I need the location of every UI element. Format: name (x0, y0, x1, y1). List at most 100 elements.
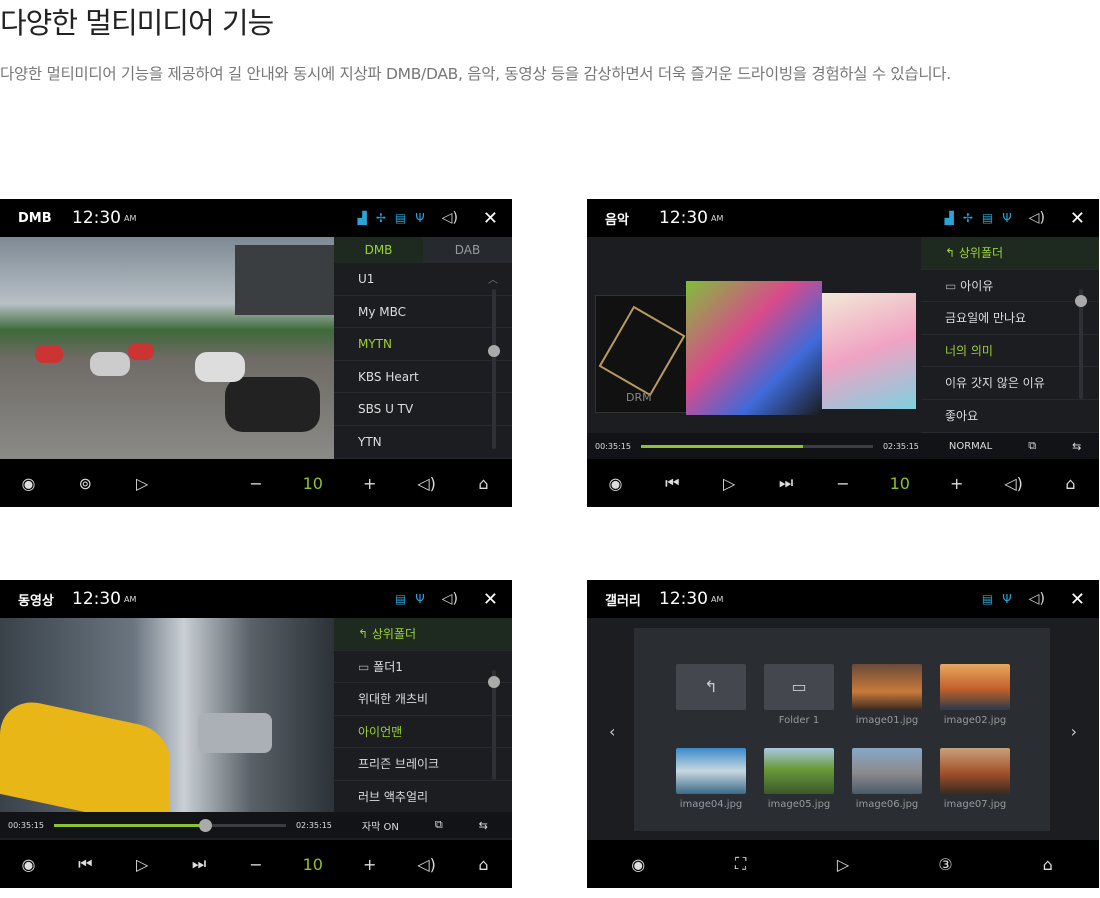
video-item[interactable]: 러브 액추얼리 (334, 781, 512, 814)
clock: 12:30 (659, 208, 708, 228)
speaker-icon[interactable]: ◁) (407, 855, 447, 874)
elapsed-time: 00:35:15 (8, 820, 44, 830)
previous-page-icon[interactable]: ‹ (609, 722, 615, 741)
status-bar: 동영상 12:30 AM ▤ Ψ ◁) ✕ (0, 580, 512, 618)
folder-item[interactable]: 폴더1 (334, 651, 512, 684)
image-tile[interactable]: image07.jpg (940, 748, 1010, 810)
previous-track-icon[interactable]: ⏮ (65, 854, 105, 874)
usb-icon: Ψ (415, 211, 425, 225)
video-list: ↰ 상위폴더 폴더1 위대한 개츠비 아이언맨 프리즌 브레이크 러브 액추얼리 (334, 618, 512, 814)
channel-item[interactable]: U1 (334, 263, 512, 296)
album-cover[interactable] (686, 281, 822, 415)
channel-search-icon[interactable]: ⊚ (65, 474, 105, 493)
parent-folder-button[interactable]: ↰ 상위폴더 (334, 618, 512, 651)
album-cover-flow[interactable]: DRM (587, 237, 921, 433)
close-icon[interactable]: ✕ (1070, 589, 1085, 610)
tab-dab[interactable]: DAB (423, 237, 512, 263)
song-item[interactable]: 이유 갓지 않은 이유 (921, 367, 1099, 400)
speaker-icon[interactable]: ◁) (407, 474, 447, 493)
play-icon[interactable]: ▷ (709, 474, 749, 493)
repeat-mode[interactable]: NORMAL (949, 441, 992, 452)
progress-bar[interactable] (640, 444, 873, 448)
home-icon[interactable]: ⌂ (1028, 855, 1068, 874)
song-item[interactable]: 좋아요 (921, 400, 1099, 433)
subtitle-toggle[interactable]: 자막 ON (362, 818, 399, 833)
album-cover[interactable]: DRM (595, 295, 687, 413)
song-item-selected[interactable]: 너의 의미 (921, 335, 1099, 368)
play-circle-icon[interactable]: ▷ (122, 474, 162, 493)
list-toggle-icon[interactable]: ⇆ (1072, 440, 1081, 453)
screen-mode-icon[interactable]: ⧉ (435, 818, 443, 832)
navigation-pin-icon[interactable]: ◉ (8, 855, 48, 874)
usb-icon: Ψ (1002, 211, 1012, 225)
parent-folder-tile[interactable]: ↰ (676, 664, 746, 710)
close-icon[interactable]: ✕ (483, 589, 498, 610)
channel-item-selected[interactable]: MYTN (334, 328, 512, 361)
navigation-pin-icon[interactable]: ◉ (8, 474, 48, 493)
video-player[interactable] (0, 618, 334, 831)
home-icon[interactable]: ⌂ (1050, 474, 1090, 493)
close-icon[interactable]: ✕ (483, 208, 498, 229)
scrollbar[interactable] (488, 289, 500, 449)
scroll-up-icon[interactable]: ︿ (488, 271, 498, 286)
volume-plus-button[interactable]: + (937, 474, 977, 493)
channel-item[interactable]: SBS U TV (334, 393, 512, 426)
volume-minus-button[interactable]: − (823, 474, 863, 493)
channel-item[interactable]: KBS Heart (334, 361, 512, 394)
gps-icon: ✢ (375, 211, 386, 225)
tab-dmb[interactable]: DMB (334, 237, 423, 263)
home-icon[interactable]: ⌂ (463, 855, 503, 874)
volume-level: 10 (889, 473, 910, 493)
channel-item[interactable]: My MBC (334, 296, 512, 329)
scrollbar[interactable] (1075, 289, 1087, 399)
control-bar: ◉ ⏮ ▷ ⏭ − 10 + ◁) ⌂ (0, 840, 512, 888)
video-item[interactable]: 위대한 개츠비 (334, 683, 512, 716)
close-icon[interactable]: ✕ (1070, 208, 1085, 229)
screen-title: 갤러리 (605, 593, 641, 609)
page-title: 다양한 멀티미디어 기능 (0, 6, 274, 40)
list-toggle-icon[interactable]: ⇆ (479, 819, 488, 832)
control-bar: ◉ ⏮ ▷ ⏭ − 10 + ◁) ⌂ (587, 459, 1099, 507)
image-tile[interactable]: image04.jpg (676, 748, 746, 810)
slideshow-icon[interactable]: ▷ (823, 855, 863, 874)
speaker-icon[interactable]: ◁) (1029, 210, 1045, 226)
folder-item[interactable]: 아이유 (921, 270, 1099, 303)
parent-folder-button[interactable]: ↰ 상위폴더 (921, 237, 1099, 270)
folder-tile[interactable]: ▭ Folder 1 (764, 664, 834, 726)
navigation-pin-icon[interactable]: ◉ (595, 474, 635, 493)
song-item[interactable]: 금요일에 만나요 (921, 302, 1099, 335)
next-track-icon[interactable]: ⏭ (766, 473, 806, 493)
image-tile[interactable]: image02.jpg (940, 664, 1010, 726)
navigation-pin-icon[interactable]: ◉ (618, 855, 658, 874)
next-page-icon[interactable]: › (1071, 722, 1077, 741)
play-icon[interactable]: ▷ (122, 855, 162, 874)
usb-icon: Ψ (415, 592, 425, 606)
fullscreen-icon[interactable]: ⛶ (721, 854, 761, 874)
volume-minus-button[interactable]: − (236, 474, 276, 493)
speaker-icon[interactable]: ◁) (994, 474, 1034, 493)
repeat-icon[interactable]: ⧉ (1028, 439, 1036, 453)
previous-track-icon[interactable]: ⏮ (652, 473, 692, 493)
volume-plus-button[interactable]: + (350, 474, 390, 493)
speaker-icon[interactable]: ◁) (442, 210, 458, 226)
next-track-icon[interactable]: ⏭ (179, 854, 219, 874)
speaker-icon[interactable]: ◁) (1029, 591, 1045, 607)
video-item[interactable]: 프리즌 브레이크 (334, 748, 512, 781)
screen-title: DMB (18, 210, 52, 226)
image-tile[interactable]: image01.jpg (852, 664, 922, 726)
volume-plus-button[interactable]: + (350, 855, 390, 874)
album-cover[interactable] (822, 293, 916, 409)
progress-bar[interactable] (53, 818, 286, 832)
gps-icon: ✢ (962, 211, 973, 225)
video-item-selected[interactable]: 아이언맨 (334, 716, 512, 749)
image-tile[interactable]: image05.jpg (764, 748, 834, 810)
home-icon[interactable]: ⌂ (463, 474, 503, 493)
volume-minus-button[interactable]: − (236, 855, 276, 874)
slideshow-interval-icon[interactable]: ③ (925, 855, 965, 874)
channel-item[interactable]: YTN (334, 426, 512, 459)
image-tile[interactable]: image06.jpg (852, 748, 922, 810)
sd-card-icon: ▤ (981, 592, 994, 606)
playback-progress: 00:35:15 02:35:15 자막 ON ⧉ ⇆ (0, 812, 512, 838)
speaker-icon[interactable]: ◁) (442, 591, 458, 607)
scrollbar[interactable] (488, 670, 500, 780)
